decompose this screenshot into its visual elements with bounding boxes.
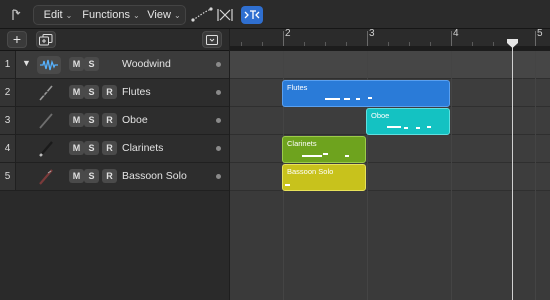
mute-button[interactable]: M — [69, 141, 84, 155]
ruler-bar-number: 3 — [369, 28, 375, 39]
track-list: 1 ▼ M S Woodwind 2 M S R Flutes 3 M S R … — [0, 51, 229, 300]
track-name[interactable]: Woodwind — [122, 58, 171, 70]
region-clarinets[interactable]: Clarinets — [282, 136, 366, 163]
track-header-bar: + — [0, 29, 229, 51]
track-lane[interactable] — [230, 163, 550, 191]
folder-track-icon — [37, 56, 61, 74]
record-enable-button[interactable]: R — [102, 169, 117, 183]
mute-button[interactable]: M — [69, 113, 84, 127]
automation-curve-icon[interactable] — [190, 6, 214, 24]
bar-gridline — [535, 51, 536, 300]
midi-note — [356, 98, 360, 100]
region-flutes[interactable]: Flutes — [282, 80, 450, 107]
chevron-down-icon: ⌄ — [65, 11, 73, 20]
midi-note — [368, 97, 372, 99]
midi-note — [323, 153, 328, 155]
track-activity-dot — [216, 118, 221, 123]
mute-button[interactable]: M — [69, 57, 84, 71]
track-lane[interactable] — [230, 51, 550, 79]
empty-lane-area[interactable] — [230, 191, 550, 300]
track-activity-dot — [216, 174, 221, 179]
region-label: Clarinets — [287, 139, 317, 148]
arrange-area[interactable]: Flutes Oboe Clarinets Bassoon Solo — [230, 51, 550, 300]
region-bassoon-solo[interactable]: Bassoon Solo — [282, 164, 366, 191]
functions-menu[interactable]: Functions ⌄ — [80, 6, 142, 24]
track-name[interactable]: Oboe — [122, 114, 148, 126]
solo-button[interactable]: S — [84, 57, 99, 71]
region-oboe[interactable]: Oboe — [366, 108, 450, 135]
midi-note — [345, 155, 349, 157]
record-enable-button[interactable]: R — [102, 141, 117, 155]
toolbar: Edit ⌄ Functions ⌄ View ⌄ — [0, 0, 550, 29]
track-number: 5 — [0, 163, 16, 190]
mute-button[interactable]: M — [69, 85, 84, 99]
midi-note — [427, 126, 431, 128]
disclosure-triangle-icon[interactable]: ▼ — [22, 58, 31, 68]
track-number: 4 — [0, 135, 16, 162]
playhead-line[interactable] — [512, 46, 513, 300]
track-number: 3 — [0, 107, 16, 134]
chevron-down-icon: ⌄ — [174, 11, 181, 20]
midi-note — [285, 184, 290, 186]
flex-icon[interactable] — [214, 6, 236, 24]
functions-menu-label: Functions — [82, 9, 130, 21]
track-lane[interactable] — [230, 135, 550, 163]
region-label: Flutes — [287, 83, 308, 92]
ruler-bar-number: 4 — [453, 28, 459, 39]
mute-button[interactable]: M — [69, 169, 84, 183]
ruler-bar-number: 5 — [537, 28, 543, 39]
track-activity-dot — [216, 146, 221, 151]
midi-note — [302, 155, 322, 157]
solo-button[interactable]: S — [84, 141, 99, 155]
midi-note — [325, 98, 340, 100]
chevron-down-icon: ⌄ — [133, 11, 140, 20]
track-inbox-button[interactable] — [202, 31, 222, 48]
midi-note — [344, 98, 350, 100]
view-menu[interactable]: View ⌄ — [144, 6, 184, 24]
oboe-icon — [37, 111, 55, 131]
midi-note — [387, 126, 401, 128]
add-track-button[interactable]: + — [7, 31, 27, 48]
midi-note — [416, 127, 420, 129]
track-header-flutes[interactable]: 2 M S R Flutes — [0, 79, 229, 107]
track-header-woodwind[interactable]: 1 ▼ M S Woodwind — [0, 51, 229, 79]
record-enable-button[interactable]: R — [102, 113, 117, 127]
duplicate-track-button[interactable] — [36, 31, 56, 48]
region-label: Oboe — [371, 111, 390, 120]
edit-menu[interactable]: Edit ⌄ — [37, 6, 79, 24]
record-enable-button[interactable]: R — [102, 85, 117, 99]
region-label: Bassoon Solo — [287, 167, 334, 176]
bar-gridline — [451, 51, 452, 300]
solo-button[interactable]: S — [84, 169, 99, 183]
bassoon-icon — [37, 167, 55, 187]
solo-button[interactable]: S — [84, 113, 99, 127]
track-activity-dot — [216, 62, 221, 67]
track-name[interactable]: Clarinets — [122, 142, 163, 154]
clarinet-icon — [37, 139, 55, 159]
track-number: 2 — [0, 79, 16, 106]
view-menu-label: View — [147, 9, 171, 21]
track-header-clarinets[interactable]: 4 M S R Clarinets — [0, 135, 229, 163]
solo-button[interactable]: S — [84, 85, 99, 99]
catch-playhead-toggle[interactable] — [241, 6, 263, 24]
flute-icon — [37, 83, 55, 103]
track-header-oboe[interactable]: 3 M S R Oboe — [0, 107, 229, 135]
midi-note — [404, 127, 408, 129]
track-header-bassoon-solo[interactable]: 5 M S R Bassoon Solo — [0, 163, 229, 191]
catch-icon[interactable] — [10, 8, 22, 22]
edit-menu-label: Edit — [43, 9, 63, 21]
track-name[interactable]: Bassoon Solo — [122, 170, 187, 182]
track-activity-dot — [216, 90, 221, 95]
track-number: 1 — [0, 51, 16, 78]
ruler-bar-number: 2 — [285, 28, 291, 39]
track-name[interactable]: Flutes — [122, 86, 151, 98]
